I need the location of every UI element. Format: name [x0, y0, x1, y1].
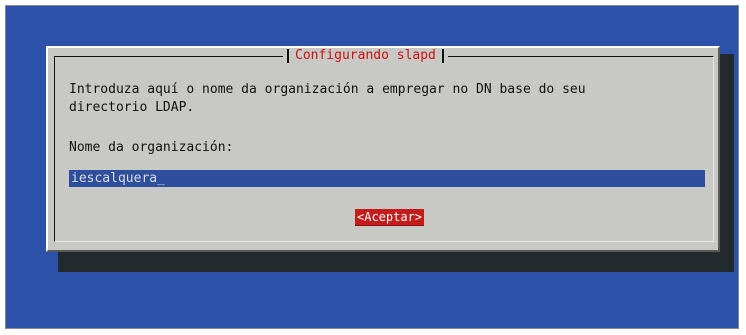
dialog-title-box: Configurando slapd	[283, 48, 448, 64]
organization-name-value: iescalquera	[71, 171, 158, 186]
organization-name-input[interactable]: iescalquera_	[69, 170, 705, 187]
title-right-bar	[441, 49, 444, 63]
terminal-screen: Configurando slapd Introduza aquí o nome…	[5, 5, 739, 329]
text-cursor: _	[157, 171, 165, 186]
dialog-frame: Configurando slapd Introduza aquí o nome…	[54, 48, 714, 242]
dialog-message: Introduza aquí o nome da organización a …	[69, 82, 586, 115]
organization-name-label: Nome da organización:	[69, 140, 234, 155]
config-dialog: Configurando slapd Introduza aquí o nome…	[46, 46, 720, 252]
dialog-title: Configurando slapd	[295, 48, 436, 63]
accept-button[interactable]: <Aceptar>	[355, 209, 425, 226]
